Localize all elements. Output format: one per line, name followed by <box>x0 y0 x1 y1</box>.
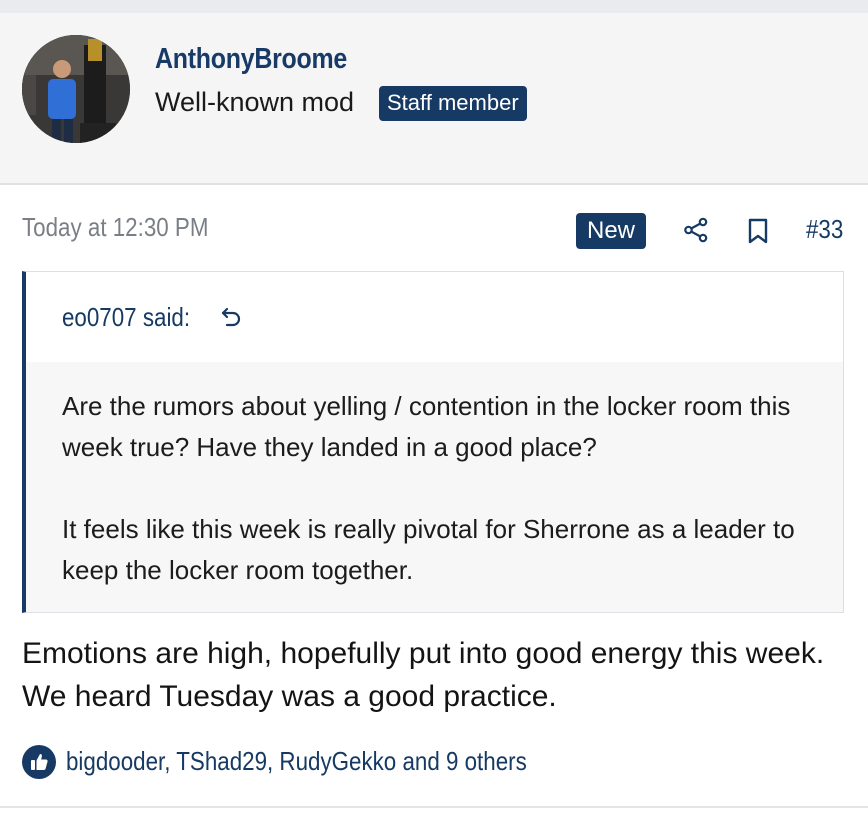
bookmark-icon[interactable] <box>747 218 769 244</box>
post-divider <box>0 806 868 808</box>
user-title: Well-known mod <box>155 87 355 117</box>
like-icon[interactable] <box>22 745 56 779</box>
post-body-text: Emotions are high, hopefully put into go… <box>22 637 825 713</box>
reactions-list-link[interactable]: bigdooder, TShad29, RudyGekko and 9 othe… <box>66 746 527 777</box>
quoted-post: eo0707 said: Are the rumors about yellin… <box>22 271 844 613</box>
post-date-link[interactable]: Today at 12:30 PM <box>22 212 208 243</box>
thumbs-up-icon <box>31 754 48 770</box>
new-badge: New <box>576 213 646 249</box>
share-icon[interactable] <box>683 217 709 243</box>
avatar-photo <box>22 35 130 143</box>
username-link[interactable]: AnthonyBroome <box>155 43 347 76</box>
post-number-link[interactable]: #33 <box>806 214 843 245</box>
top-strip <box>0 0 868 13</box>
quote-author[interactable]: eo0707 said: <box>62 302 190 333</box>
user-avatar[interactable] <box>22 35 130 143</box>
quote-paragraph: Are the rumors about yelling / contentio… <box>62 391 791 462</box>
jump-to-quote-icon[interactable] <box>220 306 242 328</box>
quote-paragraph: It feels like this week is really pivota… <box>62 514 795 585</box>
post-user-header: AnthonyBroome Well-known mod Staff membe… <box>0 13 868 185</box>
quote-header: eo0707 said: <box>26 272 843 362</box>
staff-member-badge: Staff member <box>379 86 527 121</box>
